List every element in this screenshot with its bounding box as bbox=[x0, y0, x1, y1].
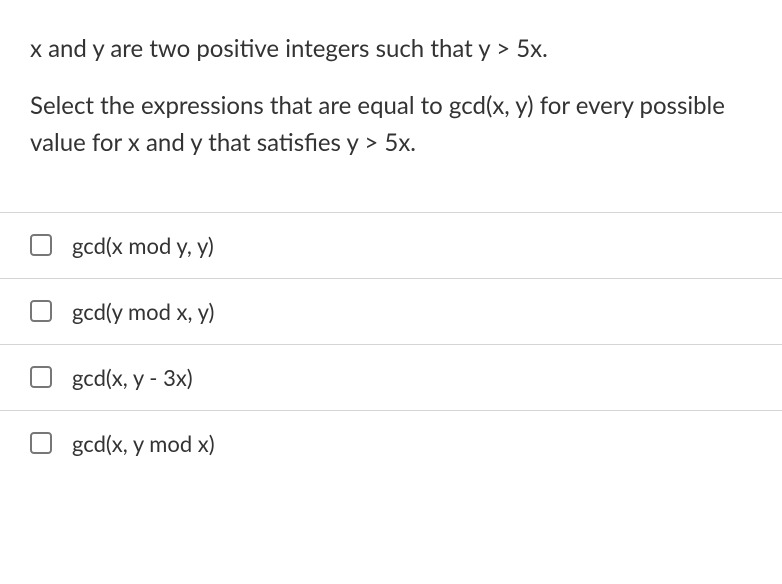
option-row[interactable]: gcd(y mod x, y) bbox=[0, 278, 782, 344]
option-label: gcd(y mod x, y) bbox=[72, 298, 214, 325]
option-row[interactable]: gcd(x, y - 3x) bbox=[0, 344, 782, 410]
checkbox[interactable] bbox=[30, 366, 52, 388]
options-list: gcd(x mod y, y) gcd(y mod x, y) gcd(x, y… bbox=[0, 212, 782, 476]
checkbox[interactable] bbox=[30, 300, 52, 322]
option-label: gcd(x mod y, y) bbox=[72, 232, 214, 259]
question-text: x and y are two positive integers such t… bbox=[30, 30, 752, 162]
option-label: gcd(x, y mod x) bbox=[72, 430, 215, 457]
question-prompt: x and y are two positive integers such t… bbox=[0, 0, 782, 162]
question-line-2: Select the expressions that are equal to… bbox=[30, 87, 752, 161]
checkbox[interactable] bbox=[30, 234, 52, 256]
option-label: gcd(x, y - 3x) bbox=[72, 364, 193, 391]
question-line-1: x and y are two positive integers such t… bbox=[30, 30, 752, 67]
option-row[interactable]: gcd(x mod y, y) bbox=[0, 212, 782, 278]
checkbox[interactable] bbox=[30, 432, 52, 454]
option-row[interactable]: gcd(x, y mod x) bbox=[0, 410, 782, 476]
